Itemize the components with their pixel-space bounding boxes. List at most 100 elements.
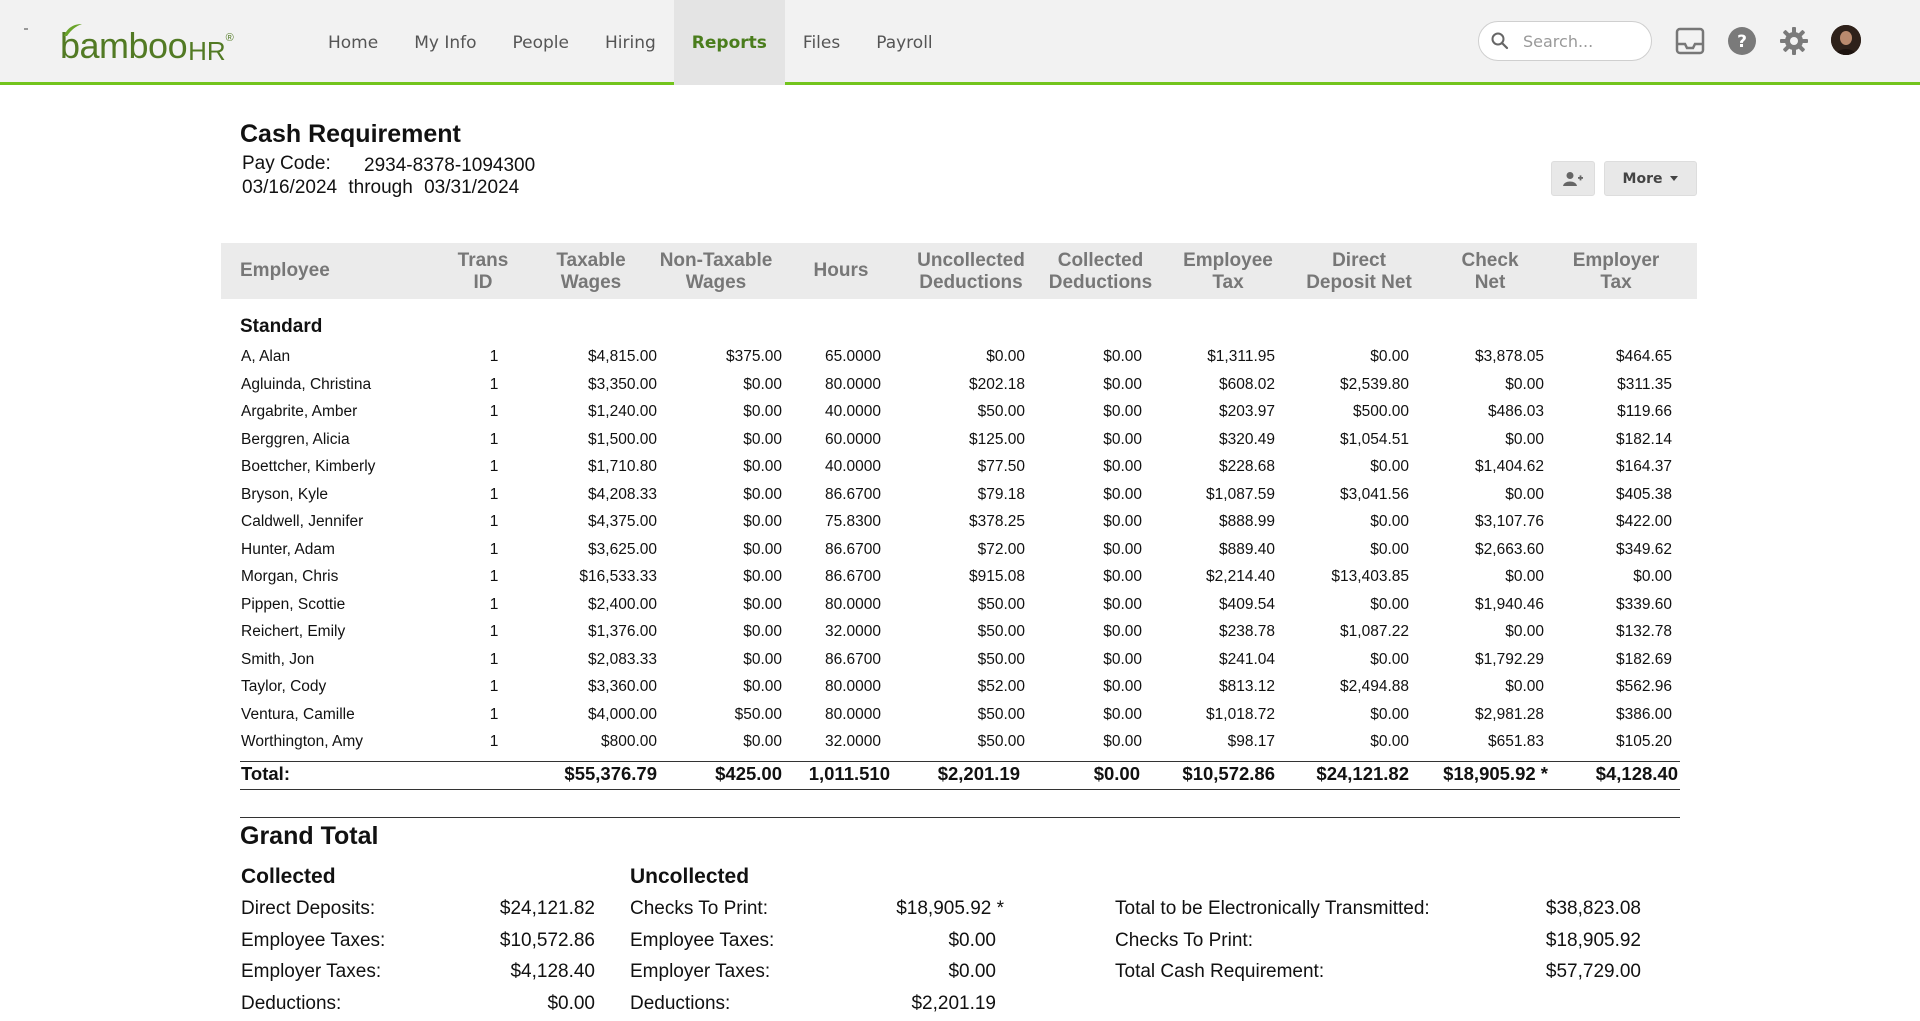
cell-uncollected-deductions: $915.08 <box>968 568 1025 585</box>
gear-icon[interactable] <box>1778 25 1810 57</box>
cell-employee-tax: $241.04 <box>1218 650 1275 668</box>
nav-hiring[interactable]: Hiring <box>587 0 674 85</box>
cell-check-net: $1,792.29 <box>1475 650 1544 668</box>
col-employer-tax: Employer Tax <box>1572 250 1660 293</box>
nav-payroll[interactable]: Payroll <box>858 0 950 85</box>
col-trans-id: Trans ID <box>457 250 509 293</box>
cell-non-taxable-wages: $0.00 <box>743 595 782 613</box>
cell-uncollected-deductions: $50.00 <box>977 733 1025 750</box>
cell-employee: Caldwell, Jennifer <box>241 513 364 530</box>
cell-employee: Morgan, Chris <box>241 568 339 585</box>
main-nav: Home My Info People Hiring Reports Files… <box>310 0 951 85</box>
uncollected-value: $0.00 <box>948 961 996 982</box>
inbox-icon[interactable] <box>1674 25 1706 57</box>
cell-hours: 86.6700 <box>824 568 881 585</box>
cell-taxable-wages: $4,375.00 <box>588 513 657 530</box>
nav-reports[interactable]: Reports <box>673 0 785 85</box>
cell-uncollected-deductions: $50.00 <box>977 650 1025 668</box>
cell-collected-deductions: $0.00 <box>1103 705 1142 723</box>
cell-taxable-wages: $1,500.00 <box>588 430 657 448</box>
cell-taxable-wages: $3,350.00 <box>588 375 657 393</box>
cell-employee: Smith, Jon <box>241 650 315 668</box>
cell-employer-tax: $422.00 <box>1615 513 1672 530</box>
total-taxable-wages: $55,376.79 <box>564 763 657 784</box>
nav-people[interactable]: People <box>495 0 587 85</box>
cell-employee-tax: $98.17 <box>1227 733 1275 750</box>
search-input[interactable]: Search... <box>1478 21 1652 61</box>
cell-direct-deposit-net: $0.00 <box>1370 540 1409 558</box>
nav-home[interactable]: Home <box>310 0 396 85</box>
cell-employer-tax: $386.00 <box>1615 705 1672 723</box>
table-row: Pippen, Scottie 1 $2,400.00 $0.00 80.0000 $50… <box>0 596 1920 623</box>
cell-hours: 80.0000 <box>824 678 881 695</box>
summary-label: Checks To Print: <box>1115 929 1253 951</box>
total-direct-deposit-net: $24,121.82 <box>1316 763 1409 784</box>
total-employer-tax: $4,128.40 <box>1595 763 1678 784</box>
cell-employer-tax: $182.69 <box>1615 650 1672 668</box>
total-uncollected-deductions: $2,201.19 <box>937 763 1020 784</box>
user-avatar[interactable] <box>1831 25 1861 55</box>
uncollected-label: Checks To Print: <box>630 898 768 919</box>
cell-direct-deposit-net: $1,087.22 <box>1340 623 1409 640</box>
section-standard: Standard <box>240 316 323 337</box>
date-through: through <box>348 177 413 198</box>
cell-trans-id: 1 <box>489 568 499 585</box>
total-hours: 1,011.510 <box>808 763 890 784</box>
cell-non-taxable-wages: $0.00 <box>743 485 782 503</box>
collected-value: $4,128.40 <box>510 961 595 982</box>
logo-registered-mark: ® <box>225 32 234 44</box>
more-button[interactable]: More <box>1604 161 1697 196</box>
report-title: Cash Requirement <box>240 120 461 148</box>
help-icon[interactable]: ? <box>1726 25 1758 57</box>
date-to: 03/31/2024 <box>424 177 520 198</box>
table-row: Caldwell, Jennifer 1 $4,375.00 $0.00 75.8300… <box>0 513 1920 540</box>
cell-uncollected-deductions: $52.00 <box>977 678 1025 695</box>
nav-files[interactable]: Files <box>785 0 858 85</box>
cell-employee: Reichert, Emily <box>241 623 346 640</box>
cell-trans-id: 1 <box>489 430 499 448</box>
cell-employee: Hunter, Adam <box>241 540 335 558</box>
date-from: 03/16/2024 <box>242 177 338 198</box>
summary-value: $38,823.08 <box>1545 898 1641 919</box>
col-check-net: Check Net <box>1461 250 1519 293</box>
cell-uncollected-deductions: $50.00 <box>977 705 1025 723</box>
cell-employee: Argabrite, Amber <box>241 403 358 420</box>
collected-value: $0.00 <box>547 992 595 1014</box>
cell-non-taxable-wages: $0.00 <box>743 733 782 750</box>
cell-check-net: $2,663.60 <box>1475 540 1544 558</box>
table-row: Worthington, Amy 1 $800.00 $0.00 32.0000 $50.… <box>0 733 1920 760</box>
collected-heading: Collected <box>241 865 336 888</box>
cell-collected-deductions: $0.00 <box>1103 650 1142 668</box>
cell-direct-deposit-net: $13,403.85 <box>1331 568 1409 585</box>
total-label: Total: <box>241 763 290 784</box>
cell-direct-deposit-net: $1,054.51 <box>1340 430 1409 448</box>
table-row: Bryson, Kyle 1 $4,208.33 $0.00 86.6700 $79.18… <box>0 486 1920 513</box>
cell-employer-tax: $105.20 <box>1615 733 1672 750</box>
menu-handle <box>24 28 28 30</box>
cell-employer-tax: $349.62 <box>1615 540 1672 558</box>
nav-my-info[interactable]: My Info <box>396 0 494 85</box>
cell-collected-deductions: $0.00 <box>1103 568 1142 585</box>
bamboohr-logo[interactable]: bamboo HR ® <box>60 20 234 64</box>
cell-collected-deductions: $0.00 <box>1103 375 1142 393</box>
table-row: Ventura, Camille 1 $4,000.00 $50.00 80.0000 $… <box>0 706 1920 733</box>
table-header: Employee Trans ID Taxable Wages Non-Taxabl… <box>221 243 1697 299</box>
cell-non-taxable-wages: $0.00 <box>743 375 782 393</box>
cell-trans-id: 1 <box>489 678 499 695</box>
cell-uncollected-deductions: $50.00 <box>977 403 1025 420</box>
cell-hours: 80.0000 <box>824 375 881 393</box>
uncollected-label: Employer Taxes: <box>630 961 771 982</box>
share-user-button[interactable] <box>1551 161 1595 196</box>
uncollected-value: $0.00 <box>948 929 996 951</box>
cell-taxable-wages: $16,533.33 <box>579 568 657 585</box>
cell-check-net: $1,404.62 <box>1475 458 1544 475</box>
grand-total-title: Grand Total <box>240 822 379 850</box>
cell-direct-deposit-net: $0.00 <box>1370 705 1409 723</box>
cell-hours: 86.6700 <box>824 485 881 503</box>
pay-code-label: Pay Code: <box>242 153 331 174</box>
cell-employee-tax: $889.40 <box>1218 540 1275 558</box>
collected-label: Deductions: <box>241 992 342 1014</box>
cell-hours: 75.8300 <box>824 513 881 530</box>
cell-direct-deposit-net: $0.00 <box>1370 513 1409 530</box>
bamboo-leaf-icon <box>64 24 82 36</box>
